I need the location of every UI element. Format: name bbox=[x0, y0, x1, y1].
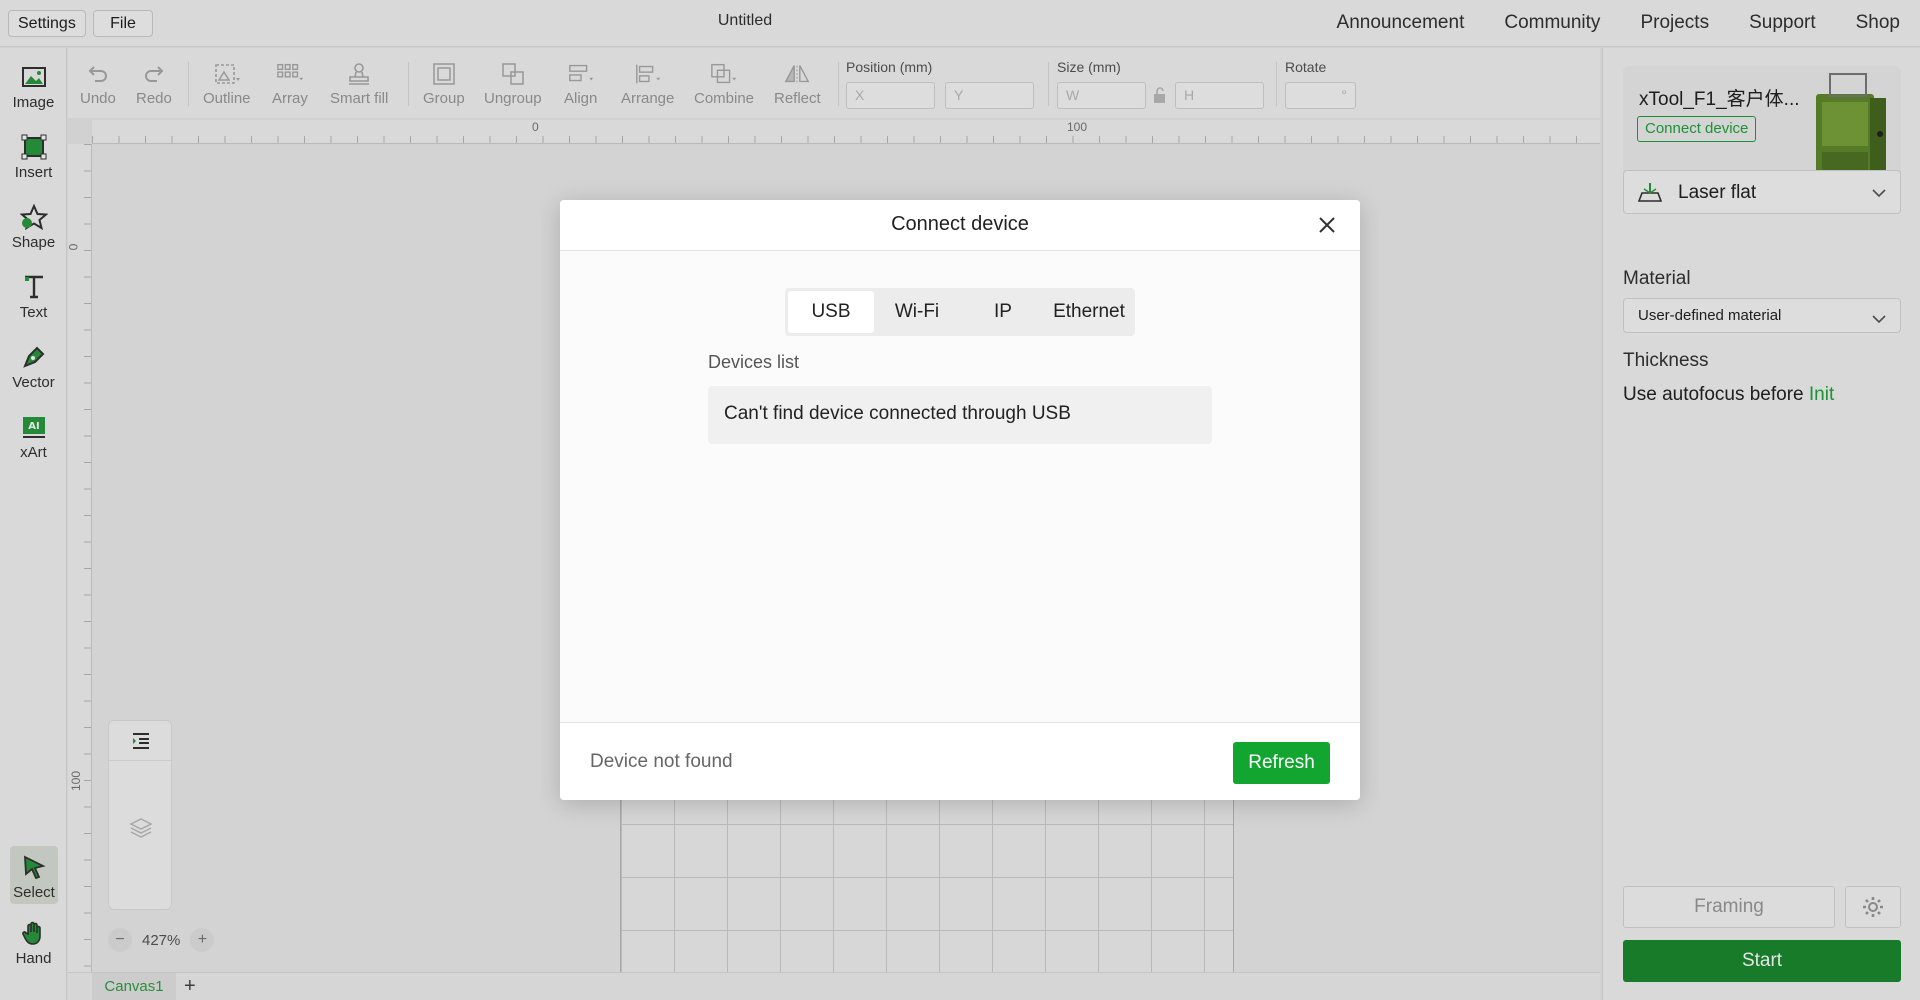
tab-ip[interactable]: IP bbox=[960, 291, 1046, 333]
connection-tabs: USB Wi-Fi IP Ethernet bbox=[785, 288, 1135, 336]
close-icon bbox=[1319, 217, 1335, 233]
devices-list-empty-message: Can't find device connected through USB bbox=[708, 386, 1212, 444]
device-status: Device not found bbox=[590, 751, 733, 772]
tab-ethernet[interactable]: Ethernet bbox=[1046, 291, 1132, 333]
dialog-title: Connect device bbox=[891, 213, 1029, 235]
dialog-header: Connect device bbox=[560, 200, 1360, 251]
tab-wifi[interactable]: Wi-Fi bbox=[874, 291, 960, 333]
tab-usb[interactable]: USB bbox=[788, 291, 874, 333]
refresh-button[interactable]: Refresh bbox=[1233, 742, 1330, 784]
connect-device-dialog: Connect device USB Wi-Fi IP Ethernet Dev… bbox=[560, 200, 1360, 800]
devices-list-label: Devices list bbox=[708, 352, 800, 372]
close-button[interactable] bbox=[1316, 214, 1338, 236]
dialog-footer: Device not found Refresh bbox=[560, 722, 1360, 800]
